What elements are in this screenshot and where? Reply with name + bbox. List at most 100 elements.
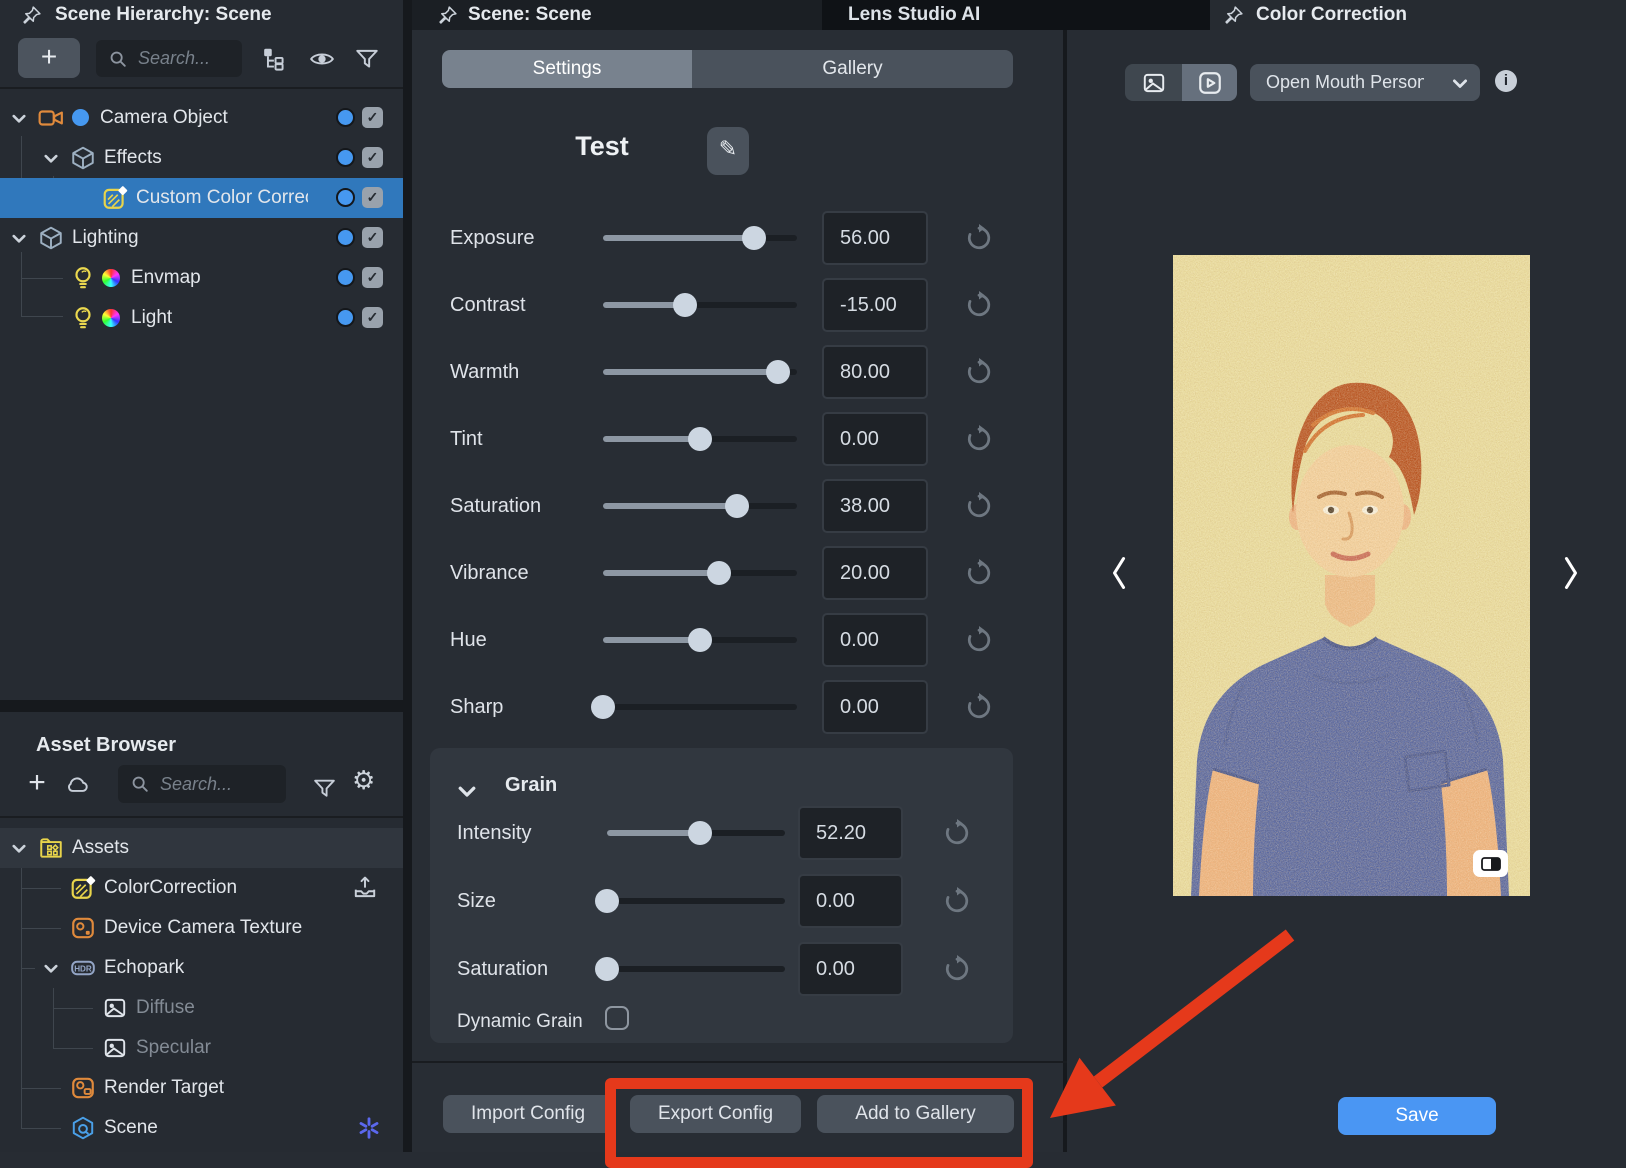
tab-lens-studio-ai[interactable]: Lens Studio AI: [822, 0, 1210, 30]
hierarchy-view-icon[interactable]: [262, 46, 288, 72]
preset-dropdown[interactable]: Open Mouth Person 5: [1250, 64, 1480, 101]
chevron-down-icon[interactable]: [44, 964, 58, 974]
enabled-checkbox[interactable]: ✓: [362, 307, 383, 328]
slider-value-input[interactable]: 80.00: [822, 345, 928, 399]
pin-icon[interactable]: [1224, 5, 1244, 25]
slider-track[interactable]: [603, 570, 797, 576]
chevron-down-icon[interactable]: [12, 844, 26, 854]
slider-knob[interactable]: [595, 957, 619, 981]
tree-row-echopark[interactable]: Echopark: [0, 948, 403, 988]
slider-track[interactable]: [607, 966, 785, 972]
slider-value-input[interactable]: 0.00: [822, 412, 928, 466]
enabled-checkbox[interactable]: ✓: [362, 187, 383, 208]
reset-icon[interactable]: [964, 692, 994, 722]
slider-value-input[interactable]: 0.00: [798, 942, 903, 996]
slider-track[interactable]: [603, 503, 797, 509]
slider-knob[interactable]: [595, 889, 619, 913]
slider-track[interactable]: [603, 436, 797, 442]
chevron-down-icon[interactable]: [44, 154, 58, 164]
reset-icon[interactable]: [964, 223, 994, 253]
asset-search-input[interactable]: [158, 773, 262, 796]
cloud-icon[interactable]: [64, 772, 92, 798]
reset-icon[interactable]: [964, 357, 994, 387]
enabled-checkbox[interactable]: ✓: [362, 267, 383, 288]
slider-track[interactable]: [607, 898, 785, 904]
tree-row-assets[interactable]: Assets: [0, 828, 403, 868]
video-mode-button[interactable]: [1182, 64, 1237, 101]
scene-search-box[interactable]: [96, 40, 242, 77]
slider-knob[interactable]: [591, 695, 615, 719]
compare-toggle-button[interactable]: [1473, 850, 1508, 877]
export-config-button[interactable]: Export Config: [630, 1095, 801, 1133]
slider-track[interactable]: [603, 369, 797, 375]
slider-value-input[interactable]: 0.00: [822, 680, 928, 734]
slider-value-input[interactable]: 20.00: [822, 546, 928, 600]
slider-value-input[interactable]: 38.00: [822, 479, 928, 533]
tree-row-envmap[interactable]: Envmap✓: [0, 258, 403, 298]
next-arrow-button[interactable]: [1562, 554, 1580, 592]
scene-search-input[interactable]: [136, 47, 240, 70]
slider-track[interactable]: [603, 637, 797, 643]
info-icon[interactable]: i: [1495, 70, 1517, 92]
image-mode-button[interactable]: [1125, 64, 1182, 101]
pin-icon[interactable]: [438, 5, 458, 25]
tree-row-camera-object[interactable]: Camera Object✓: [0, 98, 403, 138]
visibility-eye-icon[interactable]: [308, 46, 336, 72]
filter-icon[interactable]: [312, 776, 337, 801]
tree-row-colorcorrection[interactable]: ColorCorrection: [0, 868, 403, 908]
chevron-down-icon[interactable]: [12, 234, 26, 244]
slider-knob[interactable]: [673, 293, 697, 317]
tree-row-light[interactable]: Light✓: [0, 298, 403, 338]
layer-dot-toggle[interactable]: [336, 268, 355, 287]
slider-value-input[interactable]: 0.00: [822, 613, 928, 667]
layer-dot-toggle[interactable]: [336, 188, 355, 207]
tab-settings[interactable]: Settings: [442, 50, 692, 88]
export-tray-icon[interactable]: [352, 875, 378, 901]
asset-search-box[interactable]: [118, 765, 286, 803]
gear-icon[interactable]: ⚙: [352, 766, 375, 796]
add-to-gallery-button[interactable]: Add to Gallery: [817, 1095, 1014, 1133]
slider-knob[interactable]: [688, 628, 712, 652]
slider-track[interactable]: [603, 704, 797, 710]
add-object-button[interactable]: +: [18, 38, 80, 78]
reset-icon[interactable]: [964, 424, 994, 454]
slider-knob[interactable]: [766, 360, 790, 384]
slider-knob[interactable]: [742, 226, 766, 250]
slider-value-input[interactable]: 56.00: [822, 211, 928, 265]
layer-dot-toggle[interactable]: [336, 108, 355, 127]
tab-scene-scene[interactable]: Scene: Scene: [412, 0, 822, 30]
tree-row-device-camera-texture[interactable]: Device Camera Texture: [0, 908, 403, 948]
enabled-checkbox[interactable]: ✓: [362, 227, 383, 248]
edit-name-button[interactable]: ✎: [707, 127, 749, 175]
pin-icon[interactable]: [22, 5, 42, 25]
slider-track[interactable]: [603, 235, 797, 241]
add-asset-button[interactable]: +: [22, 768, 52, 800]
reset-icon[interactable]: [964, 558, 994, 588]
enabled-checkbox[interactable]: ✓: [362, 107, 383, 128]
layer-dot-toggle[interactable]: [336, 228, 355, 247]
slider-knob[interactable]: [725, 494, 749, 518]
tree-row-custom-color-correction[interactable]: Custom Color Correction✓: [0, 178, 403, 218]
slider-value-input[interactable]: -15.00: [822, 278, 928, 332]
slider-knob[interactable]: [688, 821, 712, 845]
chevron-down-icon[interactable]: [12, 114, 26, 124]
dynamic-grain-checkbox[interactable]: [605, 1006, 629, 1030]
tree-row-lighting[interactable]: Lighting✓: [0, 218, 403, 258]
slider-knob[interactable]: [707, 561, 731, 585]
layer-dot-toggle[interactable]: [336, 148, 355, 167]
reset-icon[interactable]: [942, 886, 972, 916]
reset-icon[interactable]: [942, 954, 972, 984]
chevron-down-icon[interactable]: [458, 786, 476, 798]
import-config-button[interactable]: Import Config: [443, 1095, 613, 1133]
tree-row-specular[interactable]: Specular: [0, 1028, 403, 1068]
tab-gallery[interactable]: Gallery: [692, 50, 1013, 88]
reset-icon[interactable]: [964, 625, 994, 655]
filter-icon[interactable]: [354, 46, 380, 72]
reset-icon[interactable]: [942, 818, 972, 848]
tree-row-scene[interactable]: Scene: [0, 1108, 403, 1148]
enabled-checkbox[interactable]: ✓: [362, 147, 383, 168]
slider-knob[interactable]: [688, 427, 712, 451]
tree-row-render-target[interactable]: Render Target: [0, 1068, 403, 1108]
slider-value-input[interactable]: 0.00: [798, 874, 903, 928]
tree-row-diffuse[interactable]: Diffuse: [0, 988, 403, 1028]
